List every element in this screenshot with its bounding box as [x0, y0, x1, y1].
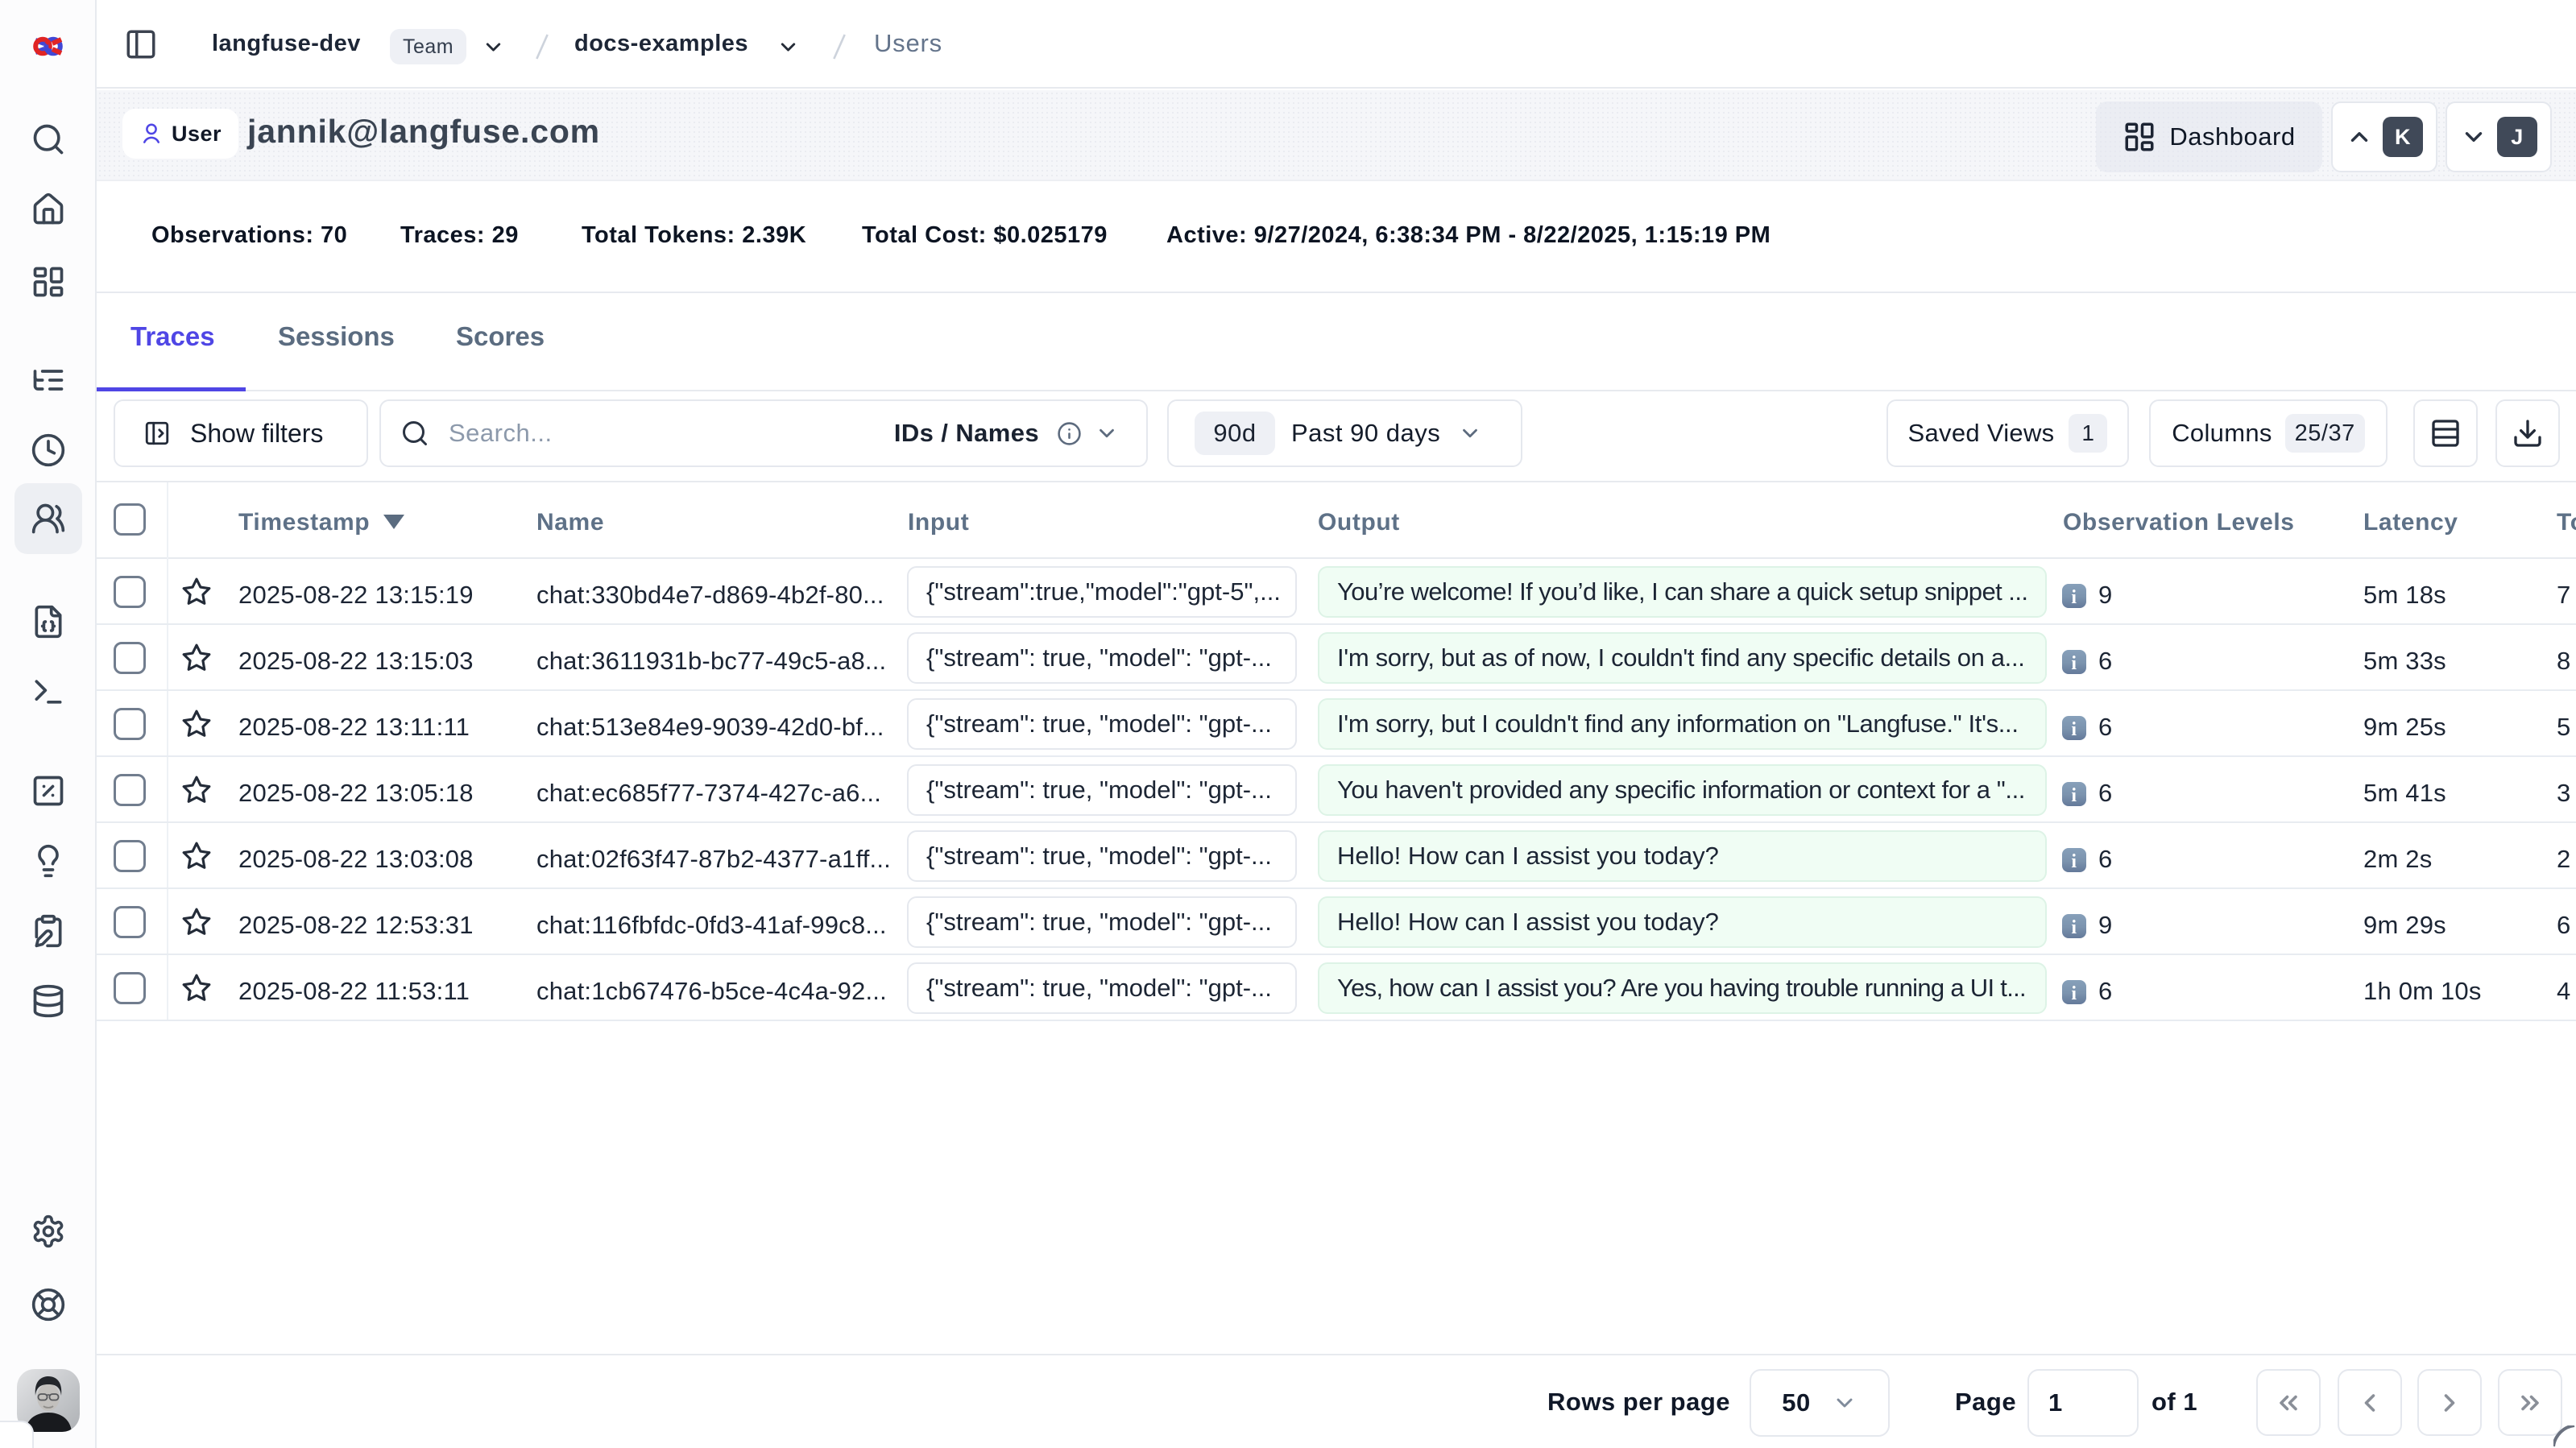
- svg-text:i: i: [2071, 983, 2077, 1004]
- svg-text:i: i: [2071, 719, 2077, 740]
- svg-text:i: i: [2071, 917, 2077, 938]
- svg-text:i: i: [2071, 653, 2077, 674]
- svg-text:i: i: [2071, 851, 2077, 872]
- svg-text:i: i: [2071, 587, 2077, 608]
- svg-text:i: i: [2071, 785, 2077, 806]
